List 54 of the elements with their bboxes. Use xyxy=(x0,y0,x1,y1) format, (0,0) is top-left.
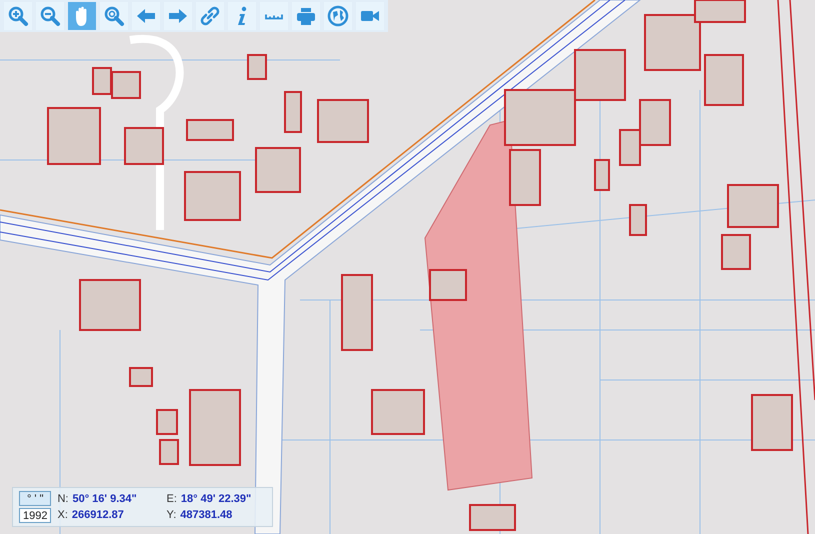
building-outline xyxy=(751,394,793,451)
back-button[interactable] xyxy=(132,2,160,30)
coordinate-format-button[interactable]: 1992 xyxy=(19,508,52,523)
zoom-out-icon xyxy=(39,5,61,27)
building-outline xyxy=(504,89,576,146)
building-outline xyxy=(594,159,610,191)
building-outline xyxy=(184,171,241,221)
pan-button[interactable] xyxy=(68,2,96,30)
magnifier-icon xyxy=(103,5,125,27)
print-icon xyxy=(295,5,317,27)
building-outline xyxy=(156,409,178,435)
coordinate-label: E: xyxy=(166,493,177,505)
globe-button[interactable] xyxy=(324,2,352,30)
measure-button[interactable] xyxy=(260,2,288,30)
building-outline xyxy=(47,107,101,165)
building-outline xyxy=(371,389,425,435)
building-outline xyxy=(429,269,467,301)
coordinate-format-button[interactable]: ° ' " xyxy=(19,491,52,506)
building-outline xyxy=(129,367,153,387)
link-button[interactable] xyxy=(196,2,224,30)
ruler-icon xyxy=(265,12,283,20)
building-outline xyxy=(509,149,541,206)
building-outline xyxy=(255,147,301,193)
coordinate-value: 50° 16' 9.34" xyxy=(72,493,137,505)
zoom-in-button[interactable] xyxy=(4,2,32,30)
building-outline xyxy=(159,439,179,465)
building-outline xyxy=(124,127,164,165)
building-outline xyxy=(79,279,141,331)
coordinate-value: 266912.87 xyxy=(72,509,124,521)
coordinate-label: Y: xyxy=(166,509,176,521)
zoom-button[interactable] xyxy=(100,2,128,30)
highlighted-parcel[interactable] xyxy=(424,119,533,491)
forward-button[interactable] xyxy=(164,2,192,30)
building-outline xyxy=(284,91,302,133)
coordinate-value: 487381.48 xyxy=(180,509,232,521)
globe-icon xyxy=(327,5,349,27)
building-outline xyxy=(574,49,626,101)
coordinate-label: N: xyxy=(57,493,68,505)
building-outline xyxy=(317,99,369,143)
video-button[interactable] xyxy=(356,2,384,30)
building-outline xyxy=(469,504,516,531)
building-outline xyxy=(704,54,744,106)
building-outline xyxy=(727,184,779,228)
info-button[interactable] xyxy=(228,2,256,30)
building-outline xyxy=(186,119,234,141)
print-button[interactable] xyxy=(292,2,320,30)
building-outline xyxy=(721,234,751,270)
coordinate-label: X: xyxy=(57,509,68,521)
coordinate-value: 18° 49' 22.39" xyxy=(180,493,252,505)
zoom-in-icon xyxy=(7,5,29,27)
zoom-out-button[interactable] xyxy=(36,2,64,30)
building-outline xyxy=(247,54,267,80)
building-outline xyxy=(629,204,647,236)
link-icon xyxy=(199,5,221,27)
